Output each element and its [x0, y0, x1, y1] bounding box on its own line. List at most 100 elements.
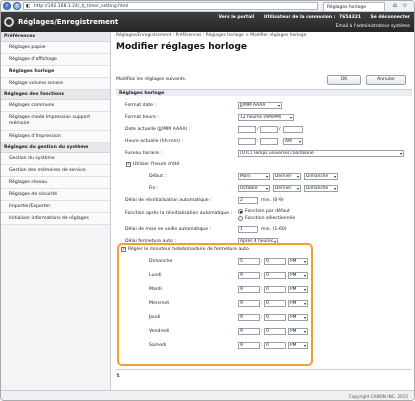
- sidebar-item-common[interactable]: Réglages commune: [1, 100, 110, 112]
- dst-start-day-select[interactable]: Dimanche: [304, 173, 338, 180]
- forward-icon[interactable]: ›: [13, 2, 21, 10]
- day-label: Vendredi: [149, 329, 170, 334]
- time-minute-input[interactable]: [260, 138, 278, 145]
- sidebar-item-print[interactable]: Réglages d'Impression: [1, 131, 110, 143]
- minute-input[interactable]: 0: [264, 286, 286, 293]
- dst-end-month-select[interactable]: Octobre: [238, 185, 270, 192]
- browser-tab[interactable]: Réglages horloge: [323, 2, 385, 11]
- user-label: Utilisateur de la connexion :: [263, 15, 336, 20]
- sidebar-item-security[interactable]: Réglages de sécurité: [1, 189, 110, 201]
- dst-label: Utiliser l'heure d'été: [133, 162, 180, 167]
- sleep-unit: min. (1-60): [261, 227, 287, 232]
- date-month-input[interactable]: [260, 126, 278, 133]
- app-title: Réglages/Enregistrement: [18, 18, 119, 26]
- tab-title: Réglages horloge: [327, 5, 367, 10]
- time-separator: :: [261, 315, 263, 320]
- ampm-select[interactable]: PM: [288, 300, 308, 307]
- date-separator: /: [257, 127, 259, 132]
- ampm-select[interactable]: PM: [288, 286, 308, 293]
- cancel-button[interactable]: Annuler: [366, 75, 406, 85]
- hour-input[interactable]: 5: [238, 258, 260, 265]
- after-reset-default-radio[interactable]: [238, 209, 243, 214]
- minute-input[interactable]: 0: [264, 300, 286, 307]
- date-year-input[interactable]: [283, 126, 303, 133]
- back-icon[interactable]: ‹: [3, 2, 11, 10]
- hour-input[interactable]: 9: [238, 272, 260, 279]
- sleep-input[interactable]: 1: [238, 226, 258, 233]
- time-hour-input[interactable]: [238, 138, 256, 145]
- after-reset-default-label: Fonction par défaut: [245, 209, 290, 214]
- ampm-select[interactable]: PM: [288, 342, 308, 349]
- sidebar: Préférences Réglages papier Réglages d'a…: [1, 32, 111, 390]
- user-id: 7654321: [339, 15, 361, 20]
- dst-end-label: Fin :: [149, 186, 159, 191]
- ampm-select[interactable]: PM: [288, 314, 308, 321]
- dst-end-day-select[interactable]: Dimanche: [304, 185, 338, 192]
- dst-start-week-select[interactable]: Dernier: [273, 173, 301, 180]
- minute-input[interactable]: 0: [264, 342, 286, 349]
- sidebar-item-display[interactable]: Réglages d'affichage: [1, 54, 110, 66]
- app-logo-icon: [4, 17, 14, 27]
- minute-input[interactable]: 0: [264, 258, 286, 265]
- auto-reset-input[interactable]: 2: [238, 197, 258, 204]
- time-separator: :: [261, 329, 263, 334]
- sidebar-item-clock[interactable]: Réglages horloge: [1, 66, 110, 78]
- hour-input[interactable]: 9: [238, 328, 260, 335]
- ampm-select[interactable]: PM: [288, 328, 308, 335]
- timezone-label: Fuseau horaire :: [125, 151, 163, 156]
- sidebar-item-initialize[interactable]: Initialiser informations de réglages: [1, 213, 110, 225]
- dst-checkbox[interactable]: ✓: [126, 162, 131, 167]
- breadcrumb: Réglages/Enregistrement : Préférences : …: [116, 33, 307, 38]
- header-links: Vers le portail Utilisateur de la connex…: [211, 15, 410, 20]
- instruction-text: Modifiez les réglages suivants.: [116, 77, 187, 82]
- weekly-timer-label: Régler le minuteur hebdomadaire de ferme…: [128, 247, 251, 252]
- time-ampm-select[interactable]: AM: [283, 138, 303, 145]
- sidebar-item-system[interactable]: Gestion du système: [1, 153, 110, 165]
- time-separator: :: [261, 259, 263, 264]
- hour-input[interactable]: 9: [238, 314, 260, 321]
- dst-start-month-select[interactable]: Mars: [238, 173, 270, 180]
- current-time-label: Heure actuelle (hh:mm) :: [125, 139, 183, 144]
- divider: [116, 369, 412, 370]
- day-label: Samedi: [149, 343, 167, 348]
- sidebar-item-paper[interactable]: Réglages papier: [1, 42, 110, 54]
- ok-button[interactable]: OK: [327, 75, 361, 85]
- scroll-top-icon[interactable]: ⇅: [116, 373, 120, 379]
- hour-input[interactable]: 9: [238, 342, 260, 349]
- after-reset-selected-radio[interactable]: [238, 216, 243, 221]
- date-format-select[interactable]: JJ/MM AAAA: [238, 102, 282, 109]
- sidebar-item-volume[interactable]: Réglage volume sonore: [1, 78, 110, 90]
- after-reset-label: Fonction après la réinitialisation autom…: [125, 211, 233, 216]
- sidebar-item-network[interactable]: Réglages réseau: [1, 177, 110, 189]
- auto-reset-unit: min. (0-9): [261, 198, 284, 203]
- time-separator: :: [261, 287, 263, 292]
- ampm-select[interactable]: PM: [288, 258, 308, 265]
- time-separator: :: [261, 273, 263, 278]
- browser-toolbar: ‹ › ◧ http://192.168.1.24/_tj_timer_sett…: [1, 1, 414, 12]
- sidebar-item-service-memory[interactable]: Gestion des mémoires de service: [1, 165, 110, 177]
- hour-input[interactable]: 9: [238, 300, 260, 307]
- address-bar[interactable]: ◧ http://192.168.1.24/_tj_timer_setting.…: [23, 2, 318, 10]
- time-format-select[interactable]: 12 heures (AM/PM): [238, 114, 294, 121]
- hour-input[interactable]: 9: [238, 286, 260, 293]
- date-day-input[interactable]: [238, 126, 256, 133]
- portal-link[interactable]: Vers le portail: [219, 15, 255, 20]
- dst-end-week-select[interactable]: Dernier: [273, 185, 301, 192]
- minute-input[interactable]: 0: [264, 272, 286, 279]
- sidebar-item-import-export[interactable]: Importer/Exporter: [1, 201, 110, 213]
- dst-start-label: Début :: [149, 174, 167, 179]
- minute-input[interactable]: 0: [264, 314, 286, 321]
- sidebar-item-memory-print[interactable]: Réglages mode Impression support mémoire: [1, 112, 110, 131]
- time-separator: :: [261, 301, 263, 306]
- weekly-timer-checkbox[interactable]: ✓: [121, 247, 126, 252]
- ampm-select[interactable]: PM: [288, 272, 308, 279]
- admin-mail-link[interactable]: Email à l'administrateur système: [336, 24, 410, 29]
- star-icon[interactable]: ☆: [402, 2, 407, 9]
- minute-input[interactable]: 0: [264, 328, 286, 335]
- day-label: Mercredi: [149, 301, 169, 306]
- timezone-select[interactable]: (UTC) Temps universel coordonné: [238, 150, 404, 157]
- logout-link[interactable]: Se déconnecter: [371, 15, 410, 20]
- home-icon[interactable]: ⌂: [393, 2, 397, 9]
- time-separator: :: [257, 139, 259, 144]
- sidebar-section-title: Réglages des fonctions: [1, 90, 110, 100]
